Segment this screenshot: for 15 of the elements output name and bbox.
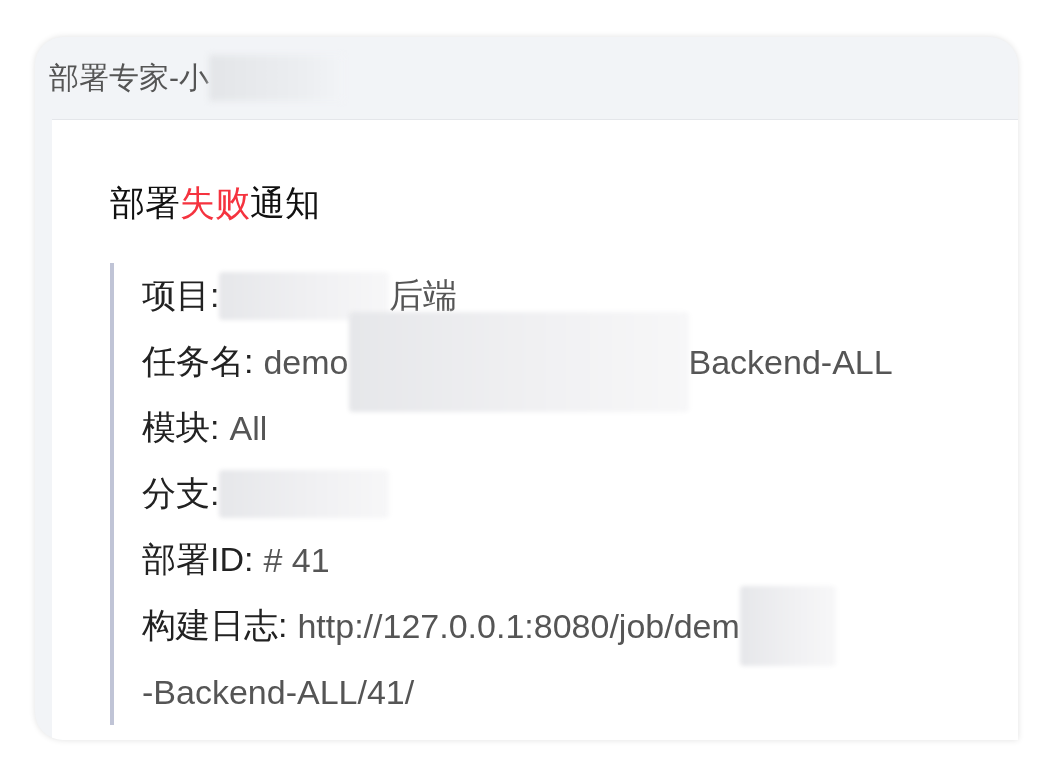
field-label: 部署ID: — [142, 539, 254, 580]
field-label: 模块: — [142, 407, 220, 448]
field-label: 分支: — [142, 473, 220, 514]
window-title: 部署专家-小 — [49, 59, 209, 96]
log-link[interactable]: -Backend-ALL/41/ — [142, 672, 415, 712]
field-label: 任务名: — [142, 341, 254, 382]
field-value: Backend-ALL — [688, 342, 893, 382]
field-label: 项目: — [142, 275, 220, 316]
field-value: # 41 — [263, 540, 330, 580]
field-value: 后端 — [389, 275, 458, 316]
field-label: 构建日志: — [142, 605, 288, 646]
log-link[interactable]: http://127.0.0.1:8080/job/dem — [297, 606, 740, 646]
field-value: All — [229, 408, 268, 448]
field-value: demo — [263, 342, 349, 382]
notice-heading: 部署失败通知 — [110, 182, 321, 224]
